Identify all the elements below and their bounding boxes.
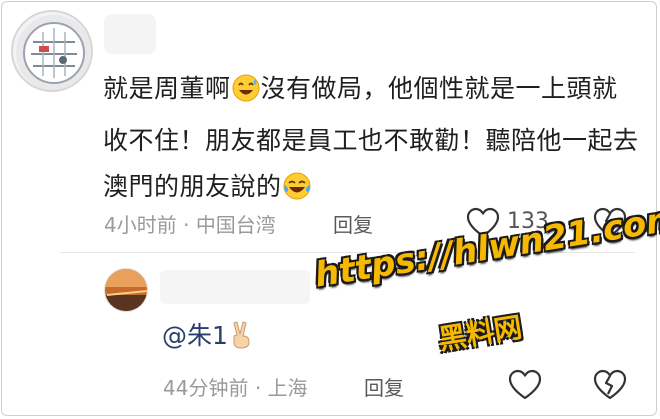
reply-time: 44分钟前 (163, 376, 249, 400)
reply-avatar[interactable] (104, 268, 148, 312)
reply-button[interactable]: 回复 (333, 209, 373, 238)
heart-outline-icon[interactable] (508, 369, 542, 401)
tears-of-joy-emoji (282, 170, 312, 216)
reply-mention[interactable]: @朱1 (162, 321, 228, 350)
meta-separator: · (254, 376, 268, 400)
watermark-name: 黑料网 (436, 310, 525, 357)
victory-hand-emoji (228, 320, 256, 356)
watermark: https://hlwn21.com 黑料网 (312, 198, 660, 357)
comment-text: 就是周董啊 沒有做局，他個性就是一上頭就收不住！朋友都是員工也不敢勸！聽陪他一起去… (103, 66, 643, 216)
reply-button[interactable]: 回复 (364, 372, 404, 401)
reply-location: 上海 (267, 376, 308, 400)
commenter-name-blurred[interactable] (104, 14, 156, 54)
meta-separator: · (183, 213, 196, 237)
comment-text-part1: 就是周董啊 (103, 74, 231, 103)
reply-text: @朱1 (162, 316, 256, 356)
sweat-smile-emoji (231, 72, 261, 118)
broken-heart-icon[interactable] (593, 369, 627, 401)
comment-location: 中国台湾 (195, 213, 276, 237)
commenter-avatar[interactable] (11, 10, 93, 92)
comment-meta: 4小时前 · 中国台湾 (104, 209, 276, 238)
reply-name-blurred[interactable] (160, 270, 310, 304)
comment-time: 4小时前 (104, 213, 177, 237)
reply-meta: 44分钟前 · 上海 (163, 372, 308, 401)
